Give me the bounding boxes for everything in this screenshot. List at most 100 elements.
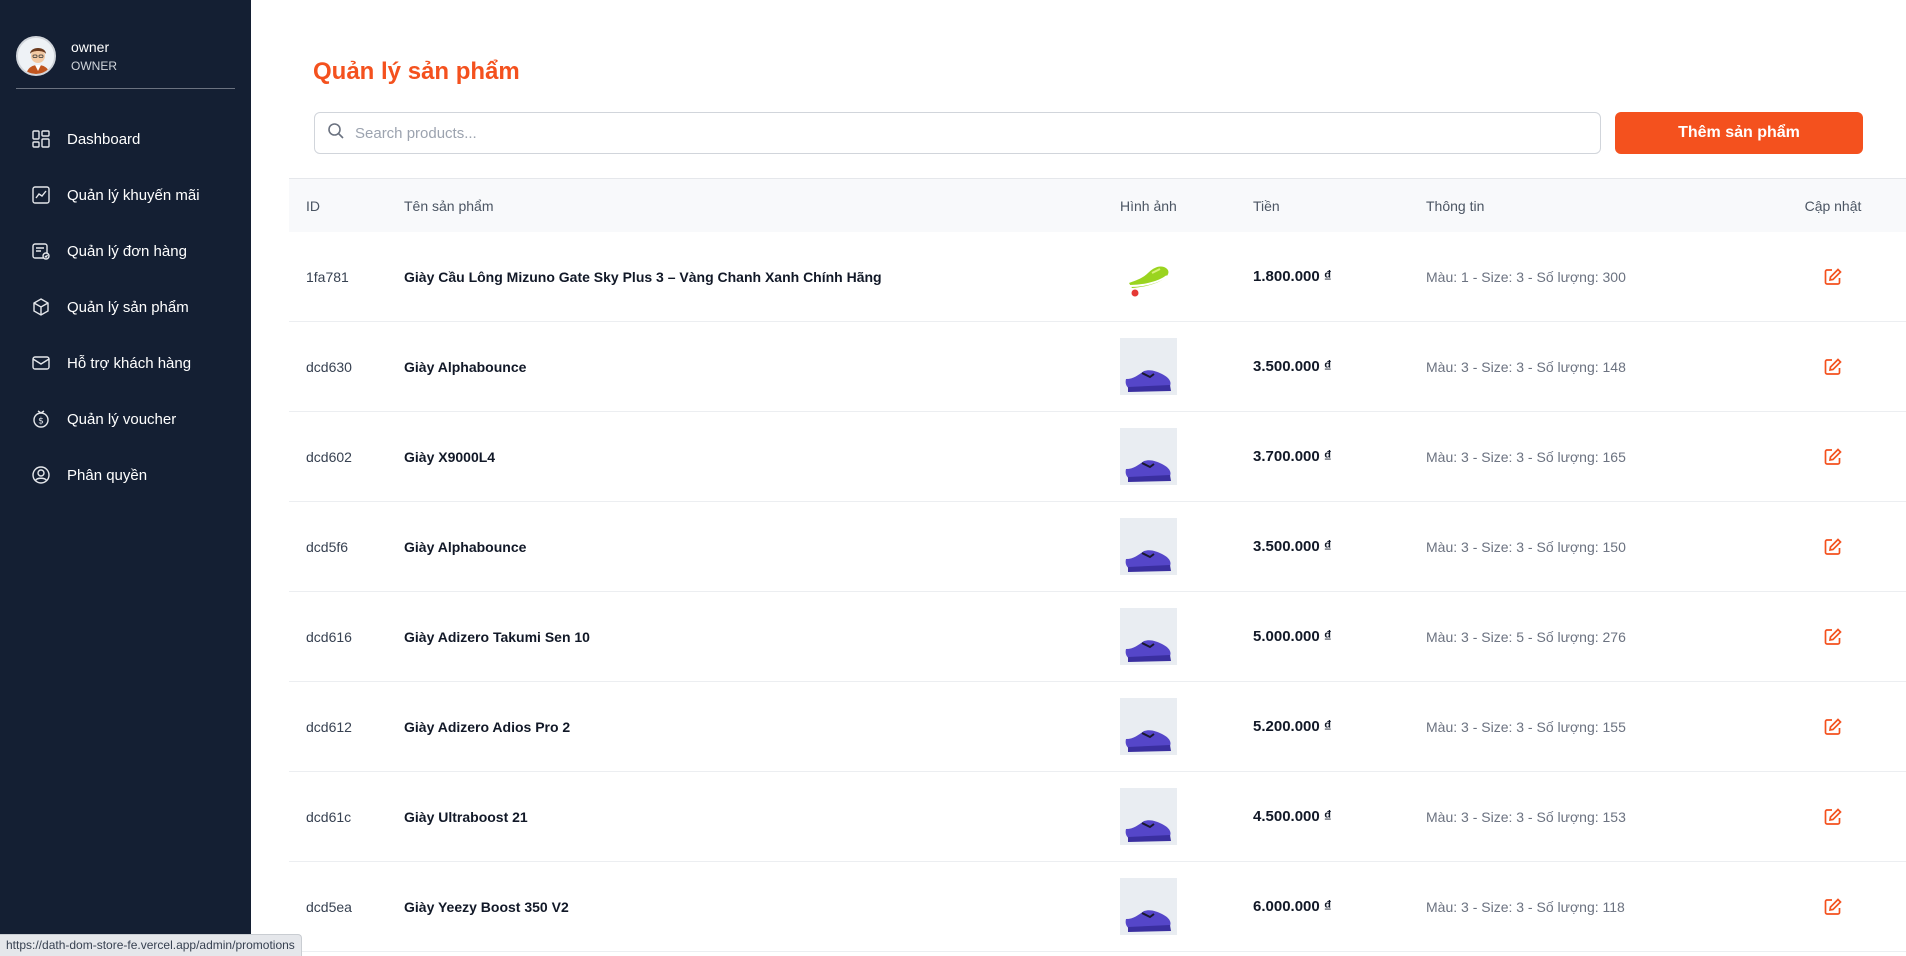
sidebar-item-orders[interactable]: Quản lý đơn hàng [0, 223, 251, 279]
product-name: Giày Alphabounce [404, 358, 527, 375]
edit-icon[interactable] [1820, 534, 1846, 560]
product-price: 1.800.000 ₫ [1253, 268, 1332, 285]
product-name: Giày X9000L4 [404, 448, 496, 465]
table-row[interactable]: dcd5ea Giày Yeezy Boost 350 V2 6.000.000… [289, 862, 1906, 952]
user-name: owner [71, 39, 110, 55]
product-image [1120, 248, 1177, 305]
app-root: owner OWNER Dashboard Quản lý khuyến mãi [0, 0, 1906, 956]
main-content: Quản lý sản phẩm Thêm sản phẩm ID Tên sả… [251, 0, 1906, 956]
product-price: 3.500.000 ₫ [1253, 358, 1332, 375]
sidebar: owner OWNER Dashboard Quản lý khuyến mãi [0, 0, 251, 956]
product-id: dcd630 [306, 358, 352, 375]
product-info: Màu: 3 - Size: 3 - Số lượng: 118 [1426, 898, 1625, 915]
table-row[interactable]: 1fa781 Giày Cầu Lông Mizuno Gate Sky Plu… [289, 232, 1906, 322]
product-id: dcd5ea [306, 898, 352, 915]
sidebar-item-vouchers[interactable]: $ Quản lý voucher [0, 391, 251, 447]
sidebar-item-dashboard[interactable]: Dashboard [0, 111, 251, 167]
product-info: Màu: 3 - Size: 3 - Số lượng: 153 [1426, 808, 1626, 825]
product-name: Giày Adizero Adios Pro 2 [404, 718, 571, 735]
product-info: Màu: 3 - Size: 3 - Số lượng: 155 [1426, 718, 1626, 735]
product-info: Màu: 3 - Size: 5 - Số lượng: 276 [1426, 628, 1626, 645]
sidebar-item-label: Dashboard [67, 130, 141, 148]
search-icon [327, 122, 345, 145]
search-input[interactable] [355, 124, 1600, 142]
sidebar-divider [16, 88, 235, 89]
header-id[interactable]: ID [289, 198, 404, 214]
product-id: dcd61c [306, 808, 352, 825]
header-image: Hình ảnh [1120, 197, 1177, 214]
product-price: 3.700.000 ₫ [1253, 448, 1332, 465]
product-id: dcd616 [306, 628, 352, 645]
sidebar-item-label: Hỗ trợ khách hàng [67, 354, 192, 372]
product-info: Màu: 3 - Size: 3 - Số lượng: 165 [1426, 448, 1626, 465]
product-info: Màu: 3 - Size: 3 - Số lượng: 150 [1426, 538, 1626, 555]
avatar[interactable] [16, 36, 56, 76]
product-name: Giày Ultraboost 21 [404, 808, 528, 825]
header-name[interactable]: Tên sản phẩm [404, 198, 1120, 214]
dashboard-icon [30, 128, 52, 150]
user-circle-icon [30, 464, 52, 486]
table-row[interactable]: dcd630 Giày Alphabounce 3.500.000 ₫ Màu:… [289, 322, 1906, 412]
product-image [1120, 338, 1177, 395]
edit-icon[interactable] [1820, 714, 1846, 740]
product-info: Màu: 1 - Size: 3 - Số lượng: 300 [1426, 268, 1626, 285]
trend-chart-icon [30, 184, 52, 206]
box-icon [30, 296, 52, 318]
product-price: 5.000.000 ₫ [1253, 628, 1332, 645]
product-id: dcd5f6 [306, 538, 349, 555]
product-name: Giày Adizero Takumi Sen 10 [404, 628, 590, 645]
order-icon [30, 240, 52, 262]
sidebar-item-label: Quản lý đơn hàng [67, 242, 187, 260]
product-info: Màu: 3 - Size: 3 - Số lượng: 148 [1426, 358, 1626, 375]
product-image [1120, 788, 1177, 845]
product-image [1120, 518, 1177, 575]
sidebar-item-products[interactable]: Quản lý sản phẩm [0, 279, 251, 335]
product-image [1120, 608, 1177, 665]
sidebar-item-label: Phân quyền [67, 466, 148, 484]
header-update: Cập nhật [1804, 197, 1862, 214]
sidebar-item-label: Quản lý khuyến mãi [67, 186, 200, 204]
product-name: Giày Alphabounce [404, 538, 527, 555]
edit-icon[interactable] [1820, 264, 1846, 290]
user-role: OWNER [71, 59, 117, 73]
sidebar-item-label: Quản lý sản phẩm [67, 298, 189, 316]
user-profile[interactable]: owner OWNER [0, 0, 251, 88]
header-price[interactable]: Tiền [1253, 198, 1426, 214]
product-image [1120, 878, 1177, 935]
table-row[interactable]: dcd61c Giày Ultraboost 21 4.500.000 ₫ Mà… [289, 772, 1906, 862]
coin-icon: $ [30, 408, 52, 430]
product-image [1120, 698, 1177, 755]
sidebar-item-promotions[interactable]: Quản lý khuyến mãi [0, 167, 251, 223]
table-row[interactable]: dcd612 Giày Adizero Adios Pro 2 5.200.00… [289, 682, 1906, 772]
product-id: 1fa781 [306, 268, 349, 285]
product-price: 3.500.000 ₫ [1253, 538, 1332, 555]
edit-icon[interactable] [1820, 894, 1846, 920]
edit-icon[interactable] [1820, 444, 1846, 470]
svg-text:$: $ [38, 417, 44, 427]
add-product-button[interactable]: Thêm sản phẩm [1615, 112, 1863, 154]
search-box[interactable] [314, 112, 1601, 154]
sidebar-menu: Dashboard Quản lý khuyến mãi Quản lý đơn… [0, 111, 251, 503]
edit-icon[interactable] [1820, 354, 1846, 380]
edit-icon[interactable] [1820, 804, 1846, 830]
product-price: 5.200.000 ₫ [1253, 718, 1332, 735]
mail-icon [30, 352, 52, 374]
product-price: 6.000.000 ₫ [1253, 898, 1332, 915]
edit-icon[interactable] [1820, 624, 1846, 650]
sidebar-item-permissions[interactable]: Phân quyền [0, 447, 251, 503]
table-row[interactable]: dcd616 Giày Adizero Takumi Sen 10 5.000.… [289, 592, 1906, 682]
product-id: dcd602 [306, 448, 352, 465]
product-name: Giày Yeezy Boost 350 V2 [404, 898, 569, 915]
sidebar-item-support[interactable]: Hỗ trợ khách hàng [0, 335, 251, 391]
table-header: ID Tên sản phẩm Hình ảnh Tiền Thông tin … [289, 178, 1906, 232]
header-info: Thông tin [1426, 197, 1485, 214]
product-id: dcd612 [306, 718, 352, 735]
page-title: Quản lý sản phẩm [313, 58, 520, 85]
table-row[interactable]: dcd602 Giày X9000L4 3.700.000 ₫ Màu: 3 -… [289, 412, 1906, 502]
product-price: 4.500.000 ₫ [1253, 808, 1332, 825]
sidebar-item-label: Quản lý voucher [67, 410, 177, 428]
product-name: Giày Cầu Lông Mizuno Gate Sky Plus 3 – V… [404, 268, 882, 285]
table-row[interactable]: dcd5f6 Giày Alphabounce 3.500.000 ₫ Màu:… [289, 502, 1906, 592]
browser-status-url: https://dath-dom-store-fe.vercel.app/adm… [0, 934, 302, 956]
product-image [1120, 428, 1177, 485]
